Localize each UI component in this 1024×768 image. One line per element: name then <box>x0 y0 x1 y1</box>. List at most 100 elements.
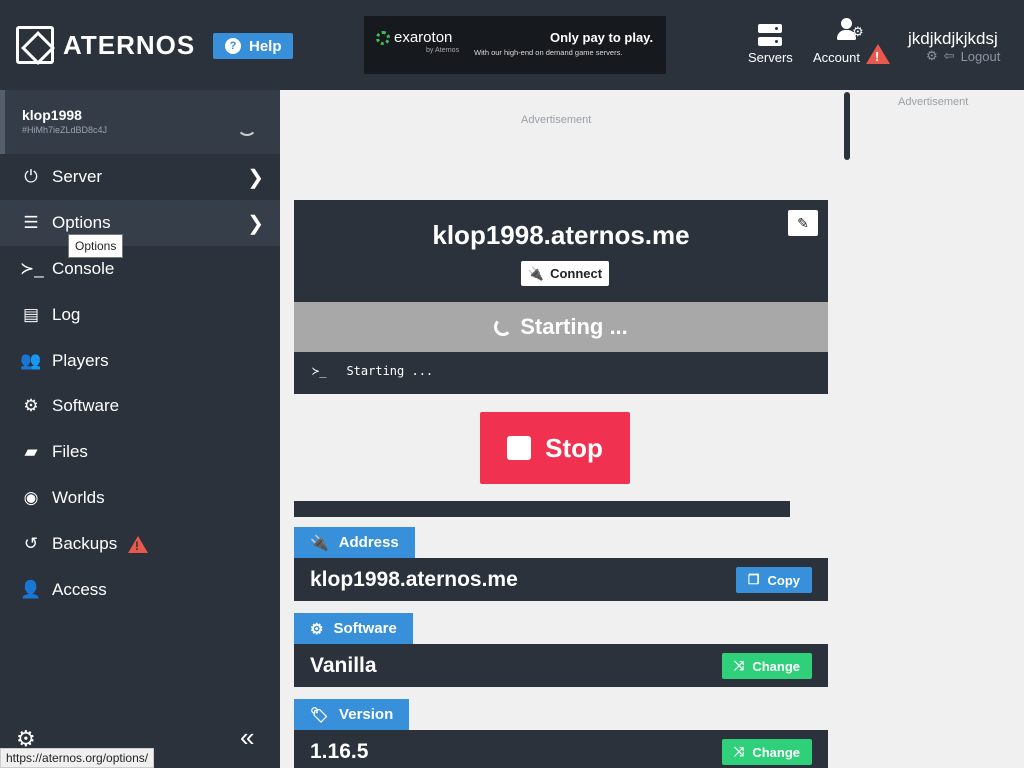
help-label: Help <box>249 37 282 55</box>
software-label: Software <box>333 620 397 637</box>
shuffle-icon: ⤨ <box>733 744 745 759</box>
logout-link[interactable]: ⚙ ⇦ Logout <box>926 48 1000 64</box>
sidebar-item-label: Access <box>52 580 107 599</box>
collapse-sidebar-button[interactable]: « <box>240 722 254 753</box>
scrollbar[interactable] <box>844 92 850 160</box>
power-icon: ⏻ <box>24 167 38 186</box>
address-tab: 🔌 Address <box>294 527 415 558</box>
stop-button[interactable]: Stop <box>480 412 630 484</box>
chevron-right-icon: ❯ <box>247 166 264 189</box>
help-button[interactable]: ? Help <box>213 33 293 59</box>
stop-label: Stop <box>545 432 603 463</box>
gears-icon: ⚙ <box>310 620 324 638</box>
ad-headline: Only pay to play. <box>550 30 654 45</box>
ad-brand-sub: by Aternos <box>426 47 460 54</box>
pencil-icon: ✎ <box>797 214 809 231</box>
shuffle-icon: ⤨ <box>733 658 745 673</box>
stop-icon <box>507 436 532 460</box>
software-value: Vanilla <box>310 654 377 677</box>
status-bar-url: https://aternos.org/options/ <box>0 748 155 768</box>
address-label: Address <box>338 534 399 551</box>
copy-button[interactable]: ❐ Copy <box>735 567 812 593</box>
console-preview[interactable]: ≻_ Starting ... <box>312 364 433 378</box>
connect-label: Connect <box>550 266 603 281</box>
ad-banner[interactable]: exaroton by Aternos Only pay to play. Wi… <box>364 16 666 74</box>
sidebar-item-server[interactable]: ⏻ Server ❯ <box>0 154 280 200</box>
globe-icon: ◉ <box>23 488 39 507</box>
terminal-icon: ≻_ <box>20 259 44 278</box>
sidebar-item-options[interactable]: ☰ Options ❯ <box>0 200 280 246</box>
ad-brand: exaroton <box>394 29 453 46</box>
sidebar-item-label: Log <box>52 305 81 324</box>
status-indicator: Starting ... <box>294 302 828 352</box>
server-card[interactable]: klop1998 #HiMh7ieZLdBD8c4J <box>0 90 280 154</box>
folder-icon: ▰ <box>24 442 38 461</box>
gears-icon: ⚙ <box>23 396 39 415</box>
exaroton-logo-icon <box>376 31 390 45</box>
software-tab: ⚙ Software <box>294 613 413 644</box>
tooltip: Options <box>68 234 124 258</box>
users-icon: 👥 <box>20 351 42 370</box>
loading-spinner-icon <box>237 116 257 136</box>
version-tab: 🏷 Version <box>294 699 410 730</box>
sidebar-item-worlds[interactable]: ◉ Worlds <box>0 475 280 521</box>
question-icon: ? <box>225 38 241 54</box>
software-box: Vanilla ⤨ Change <box>294 644 828 687</box>
sidebar-item-label: Files <box>52 442 88 461</box>
console-text: Starting ... <box>346 364 434 378</box>
account-link[interactable]: Account <box>813 50 860 65</box>
server-id: #HiMh7ieZLdBD8c4J <box>22 125 108 135</box>
change-label: Change <box>752 658 800 674</box>
sidebar-item-label: Worlds <box>52 488 105 507</box>
sidebar-item-label: Options <box>52 213 111 232</box>
logo-text[interactable]: ATERNOS <box>63 30 195 61</box>
progress-bar <box>294 501 790 517</box>
connect-button[interactable]: 🔌 Connect <box>521 261 609 286</box>
user-lock-icon: 👤 <box>20 580 42 599</box>
copy-icon: ❐ <box>747 572 760 587</box>
servers-icon[interactable] <box>758 24 782 46</box>
status-text: Starting ... <box>520 314 628 339</box>
server-address: klop1998.aternos.me <box>432 220 690 250</box>
logout-icon: ⇦ <box>943 48 955 63</box>
change-label: Change <box>752 744 800 760</box>
sidebar-item-label: Console <box>52 259 115 278</box>
sidebar-item-label: Server <box>52 167 103 186</box>
chevron-right-icon: ❯ <box>247 212 264 235</box>
username[interactable]: jkdjkdjkjkdsj <box>908 29 998 49</box>
sliders-icon: ☰ <box>23 213 39 232</box>
edit-button[interactable]: ✎ <box>788 210 818 236</box>
gear-icon[interactable]: ⚙ <box>926 48 938 64</box>
terminal-icon: ≻_ <box>312 364 327 378</box>
account-icon[interactable]: ⚙ <box>836 16 866 44</box>
sidebar-item-label: Backups <box>52 534 118 553</box>
address-box: klop1998.aternos.me ❐ Copy <box>294 558 828 601</box>
sidebar-item-files[interactable]: ▰ Files <box>0 429 280 475</box>
file-icon: ▤ <box>22 305 40 324</box>
history-icon: ↺ <box>23 534 39 553</box>
version-label: Version <box>339 706 394 723</box>
sidebar-item-label: Software <box>52 396 120 415</box>
sidebar-item-players[interactable]: 👥 Players <box>0 338 280 384</box>
tag-icon: 🏷 <box>310 706 330 724</box>
ad-label: Advertisement <box>521 114 592 126</box>
plug-icon: 🔌 <box>310 534 329 552</box>
change-version-button[interactable]: ⤨ Change <box>721 739 812 765</box>
status-card: klop1998.aternos.me ✎ 🔌 Connect Starting… <box>294 200 828 394</box>
plug-icon: 🔌 <box>527 265 545 281</box>
servers-link[interactable]: Servers <box>748 50 793 65</box>
server-name: klop1998 <box>22 107 82 123</box>
sidebar-item-label: Players <box>52 351 109 370</box>
aternos-logo-icon[interactable] <box>16 26 54 64</box>
version-box: 1.16.5 ⤨ Change <box>294 730 828 768</box>
loading-spinner-icon <box>494 318 513 336</box>
sidebar-item-log[interactable]: ▤ Log <box>0 292 280 338</box>
ad-label: Advertisement <box>898 96 969 108</box>
copy-label: Copy <box>767 572 801 588</box>
sidebar-item-access[interactable]: 👤 Access <box>0 567 280 613</box>
change-software-button[interactable]: ⤨ Change <box>721 653 812 679</box>
sidebar-item-console[interactable]: ≻_ Console <box>0 246 280 292</box>
address-value: klop1998.aternos.me <box>310 568 518 591</box>
top-bar: ATERNOS ? Help exaroton by Aternos Only … <box>0 0 1024 90</box>
sidebar-item-software[interactable]: ⚙ Software <box>0 383 280 429</box>
